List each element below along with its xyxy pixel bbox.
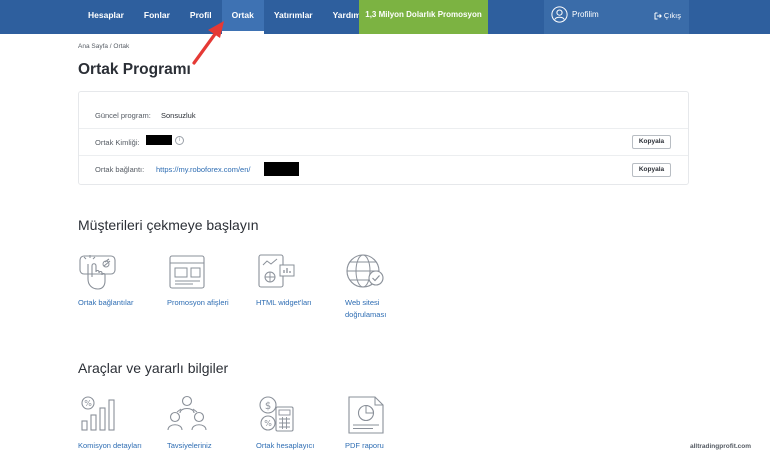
nav-item-investments[interactable]: Yatırımlar: [264, 0, 323, 34]
html-widgets-label: HTML widget'ları: [256, 298, 312, 307]
pdf-report-label: PDF raporu: [345, 441, 384, 450]
user-avatar-icon: [551, 6, 568, 23]
partner-id-label: Ortak Kimliği:: [95, 138, 140, 147]
partner-links-icon: [79, 255, 116, 290]
partner-info-card: Güncel program: Sonsuzluk Ortak Kimliği:…: [78, 91, 689, 185]
website-verification-label: Web sitesi: [345, 298, 380, 307]
current-program-label: Güncel program:: [95, 111, 151, 120]
breadcrumb[interactable]: Ana Sayfa / Ortak: [78, 43, 129, 50]
partner-link-redacted: [264, 162, 299, 176]
my-profile-label: Profilim: [572, 10, 599, 19]
logout-label: Çıkış: [663, 11, 681, 20]
nav-item-accounts[interactable]: Hesaplar: [78, 0, 134, 34]
current-program-row: Güncel program: Sonsuzluk: [79, 102, 688, 129]
commission-icon: %: [81, 396, 115, 431]
promo-banners-label: Promosyon afişleri: [167, 298, 229, 307]
copy-partner-link-button[interactable]: Kopyala: [632, 163, 671, 177]
my-profile-link[interactable]: Profilim: [551, 6, 599, 23]
partner-link-row: Ortak bağlantı: https://my.roboforex.com…: [79, 155, 688, 182]
nav-item-funds[interactable]: Fonlar: [134, 0, 180, 34]
partner-link-url[interactable]: https://my.roboforex.com/en/: [156, 165, 250, 174]
attract-clients-heading: Müşterileri çekmeye başlayın: [78, 217, 259, 233]
partner-id-row: Ortak Kimliği: i Kopyala: [79, 128, 688, 155]
html-widget-icon: [258, 254, 295, 288]
svg-text:%: %: [264, 419, 272, 428]
website-verification-icon: [346, 254, 384, 288]
partner-calculator-label: Ortak hesaplayıcı: [256, 441, 315, 450]
top-navigation-bar: Hesaplar Fonlar Profil Ortak Yatırımlar …: [0, 0, 770, 34]
site-watermark: alltradingprofit.com: [690, 443, 752, 450]
page-title: Ortak Programı: [78, 61, 191, 78]
info-icon[interactable]: i: [175, 136, 184, 145]
svg-text:%: %: [84, 399, 92, 408]
red-arrow-annotation: [192, 21, 224, 65]
calculator-icon: $ %: [259, 396, 294, 432]
tools-heading: Araçlar ve yararlı bilgiler: [78, 360, 229, 376]
partner-id-redacted: [146, 135, 172, 145]
svg-text:$: $: [265, 401, 271, 412]
current-program-value: Sonsuzluk: [161, 111, 196, 120]
commission-details-label: Komisyon detayları: [78, 441, 142, 450]
referrals-label: Tavsiyeleriniz: [167, 441, 212, 450]
logout-link[interactable]: Çıkış: [654, 11, 681, 20]
partner-links-label: Ortak bağlantılar: [78, 298, 134, 307]
logout-icon: [654, 12, 662, 19]
referrals-icon: [167, 395, 207, 431]
partner-link-label: Ortak bağlantı:: [95, 165, 145, 174]
profile-area: Profilim Çıkış: [544, 0, 689, 34]
website-verification-label-2: doğrulaması: [345, 310, 387, 319]
banner-icon: [169, 255, 205, 289]
copy-partner-id-button[interactable]: Kopyala: [632, 135, 671, 149]
nav-promo-button[interactable]: 1,3 Milyon Dolarlık Promosyon: [359, 0, 488, 34]
pdf-report-icon: [348, 396, 384, 434]
